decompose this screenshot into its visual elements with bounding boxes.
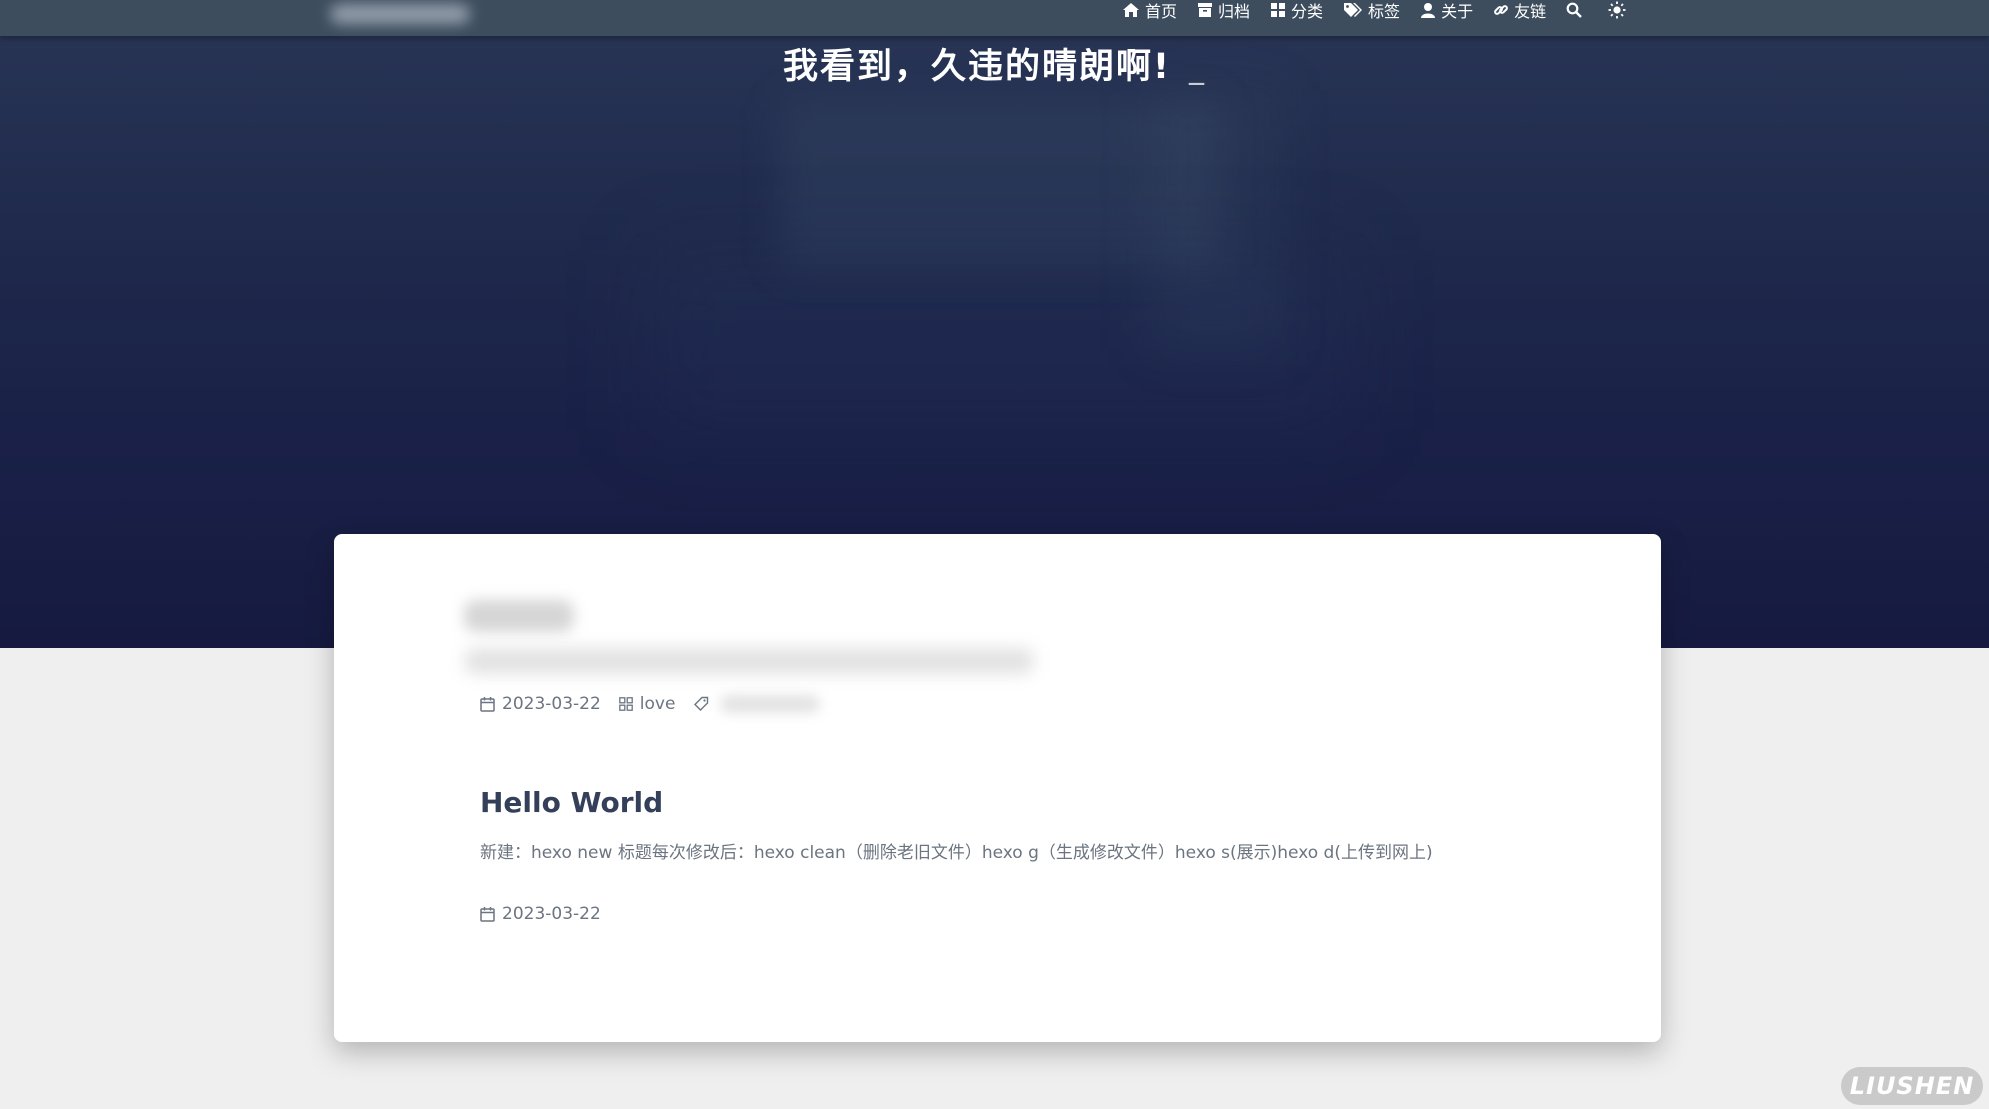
categories-icon xyxy=(1271,3,1286,17)
search-icon xyxy=(1566,2,1582,18)
nav-item-friends[interactable]: 友链 xyxy=(1493,0,1546,22)
nav-item-label: 标签 xyxy=(1368,2,1401,21)
meta-date-text: 2023-03-22 xyxy=(502,694,601,714)
nav-item-categories[interactable]: 分类 xyxy=(1270,0,1323,22)
post-meta: 2023-03-22 love xyxy=(480,694,838,714)
calendar-icon xyxy=(480,697,495,712)
site-logo[interactable] xyxy=(330,4,470,24)
post-date-text: 2023-03-22 xyxy=(502,904,601,924)
link-icon xyxy=(1494,5,1508,15)
calendar-icon xyxy=(480,907,495,922)
post-excerpt: 新建：hexo new 标题每次修改后：hexo clean（删除老旧文件）he… xyxy=(480,843,1433,863)
post-list-card: 2023-03-22 love Hello World 新建：hexo new … xyxy=(334,534,1661,1042)
blurred-tag xyxy=(720,695,821,713)
meta-category[interactable]: love xyxy=(618,694,676,714)
nav-item-label: 首页 xyxy=(1145,2,1178,21)
post-date: 2023-03-22 xyxy=(480,904,601,924)
hero-subtitle-text: 我看到，久违的晴朗啊! xyxy=(783,47,1171,87)
category-grid-icon xyxy=(618,697,633,711)
nav-item-label: 分类 xyxy=(1291,2,1324,21)
blurred-heading xyxy=(464,600,574,632)
blurred-description xyxy=(464,648,1034,674)
user-icon xyxy=(1421,3,1436,18)
nav-item-tags[interactable]: 标签 xyxy=(1343,0,1400,22)
nav-item-label: 友链 xyxy=(1514,2,1547,21)
sun-icon xyxy=(1608,1,1626,19)
post-title-link[interactable]: Hello World xyxy=(480,786,663,819)
home-icon xyxy=(1123,3,1139,17)
nav-item-archive[interactable]: 归档 xyxy=(1197,0,1250,22)
top-navbar: 首页 归档 分类 标签 关于 友链 xyxy=(0,0,1989,36)
nav-item-about[interactable]: 关于 xyxy=(1420,0,1473,22)
search-button[interactable] xyxy=(1566,2,1582,18)
nav-item-home[interactable]: 首页 xyxy=(1122,0,1177,22)
nav-menu: 首页 归档 分类 标签 关于 友链 xyxy=(1122,0,1652,22)
hero-background-shape xyxy=(650,250,1350,430)
tags-icon xyxy=(1344,3,1363,17)
nav-item-label: 关于 xyxy=(1441,2,1474,21)
meta-tags[interactable] xyxy=(693,695,821,713)
meta-date: 2023-03-22 xyxy=(480,694,601,714)
typing-cursor: _ xyxy=(1188,51,1206,86)
watermark-logo: LIUSHEN xyxy=(1841,1067,1983,1105)
meta-category-text: love xyxy=(639,694,676,714)
tag-icon xyxy=(694,696,709,711)
archive-icon xyxy=(1198,3,1213,17)
theme-toggle-button[interactable] xyxy=(1608,1,1626,19)
nav-item-label: 归档 xyxy=(1218,2,1251,21)
hero-subtitle: 我看到，久违的晴朗啊! _ xyxy=(0,38,1989,89)
